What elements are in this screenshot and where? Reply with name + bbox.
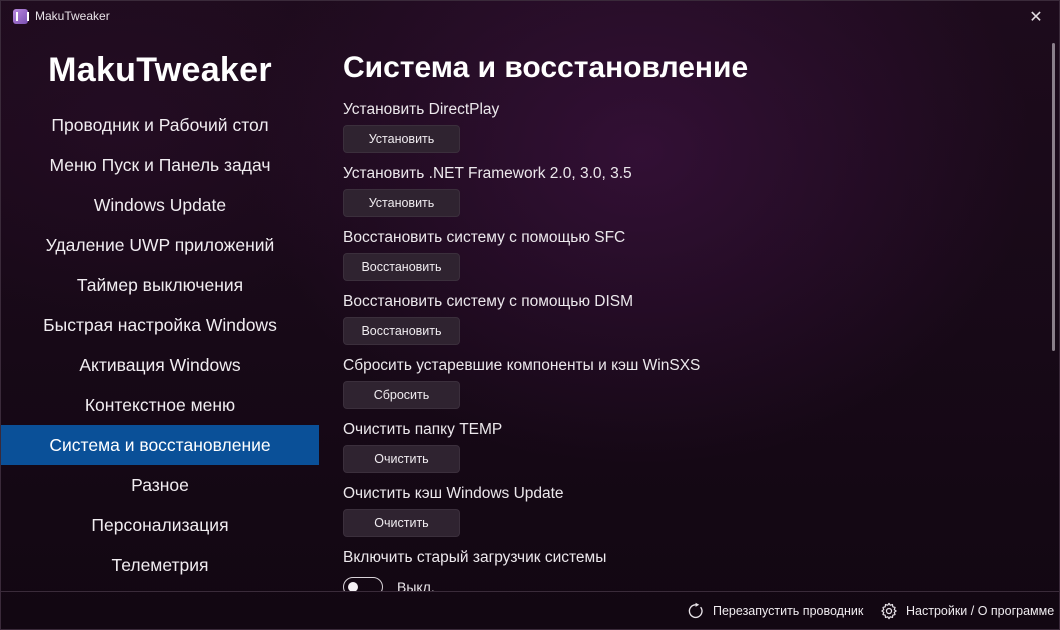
legacy-bootloader-toggle[interactable] <box>343 577 383 591</box>
toggle-knob <box>348 581 358 591</box>
gear-icon <box>881 602 897 620</box>
title-bar[interactable]: MakuTweaker ✕ <box>1 1 1059 33</box>
setting-winsxs: Сбросить устаревшие компоненты и кэш Win… <box>343 357 1033 421</box>
install-dotnet-button[interactable]: Установить <box>343 189 460 217</box>
clear-temp-button[interactable]: Очистить <box>343 445 460 473</box>
settings-about-button[interactable]: Настройки / О программе <box>880 602 1054 620</box>
settings-list: Установить DirectPlay Установить Установ… <box>343 101 1033 591</box>
close-button[interactable]: ✕ <box>1013 1 1059 33</box>
restart-explorer-label: Перезапустить проводник <box>713 604 864 618</box>
sidebar-item-explorer-desktop[interactable]: Проводник и Рабочий стол <box>1 105 319 145</box>
setting-label: Восстановить систему с помощью DISM <box>343 293 634 310</box>
sidebar-item-uwp-removal[interactable]: Удаление UWP приложений <box>1 225 319 265</box>
restart-icon <box>688 602 703 618</box>
setting-label: Установить DirectPlay <box>343 101 500 118</box>
sidebar-item-telemetry[interactable]: Телеметрия <box>1 545 319 585</box>
restore-dism-button[interactable]: Восстановить <box>343 317 460 345</box>
sidebar-item-activation[interactable]: Активация Windows <box>1 345 319 385</box>
app-name-heading: MakuTweaker <box>48 51 272 89</box>
sidebar-item-quick-setup[interactable]: Быстрая настройка Windows <box>1 305 319 345</box>
setting-sfc: Восстановить систему с помощью SFC Восст… <box>343 229 1033 293</box>
setting-legacy-bootloader: Включить старый загрузчик системы Выкл. <box>343 549 1033 591</box>
toggle-state-label: Выкл. <box>397 579 435 591</box>
setting-label: Установить .NET Framework 2.0, 3.0, 3.5 <box>343 165 632 182</box>
settings-about-label: Настройки / О программе <box>906 604 1055 618</box>
setting-label: Очистить кэш Windows Update <box>343 485 564 502</box>
reset-winsxs-button[interactable]: Сбросить <box>343 381 460 409</box>
sidebar-item-context-menu[interactable]: Контекстное меню <box>1 385 319 425</box>
sidebar-item-misc[interactable]: Разное <box>1 465 319 505</box>
footer-bar: Перезапустить проводник Настройки / О пр… <box>1 591 1059 630</box>
page-title: Система и восстановление <box>343 51 749 84</box>
setting-label: Сбросить устаревшие компоненты и кэш Win… <box>343 357 701 374</box>
setting-label: Восстановить систему с помощью SFC <box>343 229 626 246</box>
clear-wu-cache-button[interactable]: Очистить <box>343 509 460 537</box>
sidebar-item-personalization[interactable]: Персонализация <box>1 505 319 545</box>
setting-temp: Очистить папку TEMP Очистить <box>343 421 1033 485</box>
app-window: MakuTweaker ✕ MakuTweaker Проводник и Ра… <box>0 0 1060 630</box>
setting-dotnet: Установить .NET Framework 2.0, 3.0, 3.5 … <box>343 165 1033 229</box>
setting-wu-cache: Очистить кэш Windows Update Очистить <box>343 485 1033 549</box>
sidebar-item-system-recovery[interactable]: Система и восстановление <box>1 425 319 465</box>
setting-label: Включить старый загрузчик системы <box>343 549 607 566</box>
restart-explorer-button[interactable]: Перезапустить проводник <box>687 602 863 620</box>
sidebar-item-shutdown-timer[interactable]: Таймер выключения <box>1 265 319 305</box>
install-directplay-button[interactable]: Установить <box>343 125 460 153</box>
window-title: MakuTweaker <box>35 9 110 23</box>
setting-directplay: Установить DirectPlay Установить <box>343 101 1033 165</box>
sidebar-item-start-taskbar[interactable]: Меню Пуск и Панель задач <box>1 145 319 185</box>
sidebar-item-windows-update[interactable]: Windows Update <box>1 185 319 225</box>
main-content: Система и восстановление Установить Dire… <box>343 41 1043 591</box>
sidebar-nav: Проводник и Рабочий стол Меню Пуск и Пан… <box>1 105 319 585</box>
setting-label: Очистить папку TEMP <box>343 421 503 438</box>
legacy-bootloader-toggle-row: Выкл. <box>343 573 435 591</box>
setting-dism: Восстановить систему с помощью DISM Восс… <box>343 293 1033 357</box>
app-logo-icon <box>13 9 29 24</box>
restore-sfc-button[interactable]: Восстановить <box>343 253 460 281</box>
main-scrollbar[interactable] <box>1052 43 1055 351</box>
